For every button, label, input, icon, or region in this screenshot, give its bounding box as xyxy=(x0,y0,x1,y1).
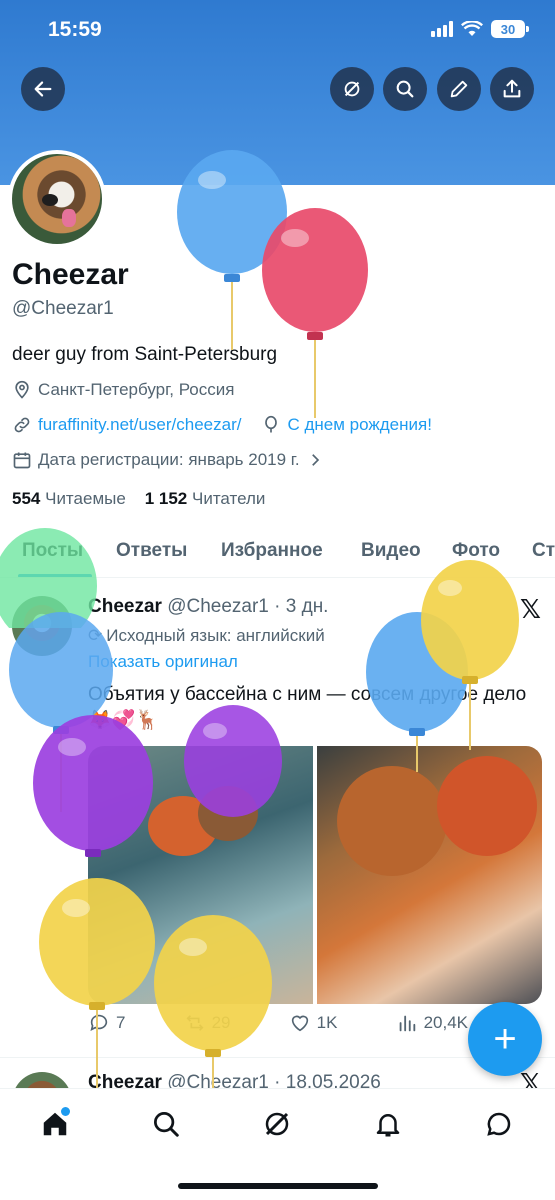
reply-button[interactable]: 7 xyxy=(88,1012,125,1034)
calendar-icon xyxy=(13,452,31,469)
x-logo-icon: 𝕏 xyxy=(520,1068,541,1090)
tab-replies[interactable]: Ответы xyxy=(116,540,187,562)
status-bar: 15:59 30 xyxy=(0,0,555,60)
search-button[interactable] xyxy=(383,67,427,111)
profile-handle: @Cheezar1 xyxy=(12,298,114,319)
translation-text: Исходный язык: английский xyxy=(106,626,325,645)
repost-count: 29 xyxy=(211,1013,231,1032)
website-link[interactable]: furaffinity.net/user/cheezar/ xyxy=(38,415,241,435)
nav-search[interactable] xyxy=(149,1107,183,1141)
views-button[interactable]: 20,4K xyxy=(396,1012,468,1034)
profile-avatar[interactable] xyxy=(8,150,106,248)
translation-note: ⟳ Исходный язык: английский xyxy=(88,626,325,646)
following-count: 554 xyxy=(12,489,41,508)
nav-notifications[interactable] xyxy=(371,1107,405,1141)
followers-link[interactable]: 1 152 Читатели xyxy=(145,489,266,508)
home-indicator xyxy=(178,1183,378,1189)
location-text: Санкт-Петербург, Россия xyxy=(38,380,235,399)
joined-row[interactable]: Дата регистрации: январь 2019 г. xyxy=(12,450,324,470)
post-media[interactable] xyxy=(88,746,542,1004)
edit-button[interactable] xyxy=(437,67,481,111)
grok-button[interactable] xyxy=(330,67,374,111)
post-header: Cheezar @Cheezar1 · 3 дн. xyxy=(88,596,328,618)
status-time: 15:59 xyxy=(48,18,102,41)
views-icon xyxy=(399,1015,415,1032)
media-image-2[interactable] xyxy=(317,746,542,1004)
plus-icon: + xyxy=(493,1016,517,1061)
arrow-left-icon xyxy=(34,81,52,97)
show-original-link[interactable]: Показать оригинал xyxy=(88,652,238,672)
joined-text: Дата регистрации: январь 2019 г. xyxy=(38,450,300,469)
post-actions: 7 29 1K 20,4K xyxy=(88,1012,468,1034)
home-notification-dot xyxy=(61,1107,70,1116)
tab-posts[interactable]: Посты xyxy=(22,540,83,562)
pencil-icon xyxy=(450,80,468,98)
followers-count: 1 152 xyxy=(144,489,188,508)
tab-more[interactable]: Ст xyxy=(532,540,555,562)
translate-icon: ⟳ xyxy=(88,626,103,645)
media-image-1[interactable] xyxy=(88,746,313,1004)
chevron-right-icon xyxy=(311,454,319,466)
post-avatar[interactable] xyxy=(12,596,72,656)
compose-button[interactable]: + xyxy=(468,1002,542,1076)
reply-count: 7 xyxy=(116,1013,126,1032)
like-button[interactable]: 1K xyxy=(289,1012,338,1034)
wifi-icon xyxy=(461,21,483,36)
post[interactable]: Cheezar @Cheezar1 · 3 дн. 𝕏 ⟳ Исходный я… xyxy=(0,580,555,1058)
like-count: 1K xyxy=(316,1013,338,1032)
bell-icon xyxy=(376,1114,400,1137)
grok-icon xyxy=(344,81,360,97)
heart-icon xyxy=(291,1015,308,1032)
repost-button[interactable]: 29 xyxy=(184,1012,231,1034)
birthday-text: С днем рождения! xyxy=(287,415,432,434)
grok-icon xyxy=(265,1112,289,1136)
location-row: Санкт-Петербург, Россия xyxy=(12,380,234,400)
post-text: Объятия у бассейна с ним — совсем другое… xyxy=(88,684,527,731)
status-icons: 30 xyxy=(431,20,529,38)
fursuit-head-shape xyxy=(337,766,447,876)
back-button[interactable] xyxy=(21,67,65,111)
nav-home[interactable] xyxy=(38,1107,72,1141)
post-meta: @Cheezar1 · 3 дн. xyxy=(167,596,329,617)
profile-tabs: Посты Ответы Избранное Видео Фото Ст xyxy=(0,530,555,578)
tab-favorites[interactable]: Избранное xyxy=(221,540,323,562)
fursuit-head-shape xyxy=(437,756,537,856)
followers-label: Читатели xyxy=(192,489,266,508)
signal-icon xyxy=(431,21,453,37)
repost-icon xyxy=(186,1015,204,1031)
active-tab-indicator xyxy=(18,574,92,577)
views-count: 20,4K xyxy=(423,1013,468,1032)
chat-bubble-icon xyxy=(487,1112,511,1136)
following-link[interactable]: 554 Читаемые xyxy=(12,489,126,508)
tab-photo[interactable]: Фото xyxy=(452,540,500,562)
fursuit-head-shape xyxy=(198,786,258,841)
post-2[interactable]: Cheezar @Cheezar1 · 18.05.2026 𝕏 xyxy=(0,1060,555,1090)
following-label: Читаемые xyxy=(45,489,126,508)
website-row: furaffinity.net/user/cheezar/ С днем рож… xyxy=(12,415,432,435)
balloon-icon xyxy=(265,415,278,433)
search-icon xyxy=(154,1112,179,1137)
bottom-nav xyxy=(0,1088,555,1200)
profile-name: Cheezar xyxy=(12,258,129,291)
tab-video[interactable]: Видео xyxy=(361,540,421,562)
share-button[interactable] xyxy=(490,67,534,111)
x-logo-icon: 𝕏 xyxy=(520,594,541,624)
follow-stats: 554 Читаемые 1 152 Читатели xyxy=(12,489,265,509)
battery-icon: 30 xyxy=(491,20,529,38)
reply-icon xyxy=(90,1014,108,1031)
post-author[interactable]: Cheezar xyxy=(88,596,162,617)
search-icon xyxy=(396,80,414,98)
location-pin-icon xyxy=(15,380,29,399)
nav-messages[interactable] xyxy=(482,1107,516,1141)
link-icon xyxy=(14,417,30,433)
nav-grok[interactable] xyxy=(260,1107,294,1141)
share-icon xyxy=(503,79,521,98)
balloon-red-top xyxy=(262,208,368,418)
profile-bio: deer guy from Saint-Petersburg xyxy=(12,344,278,365)
